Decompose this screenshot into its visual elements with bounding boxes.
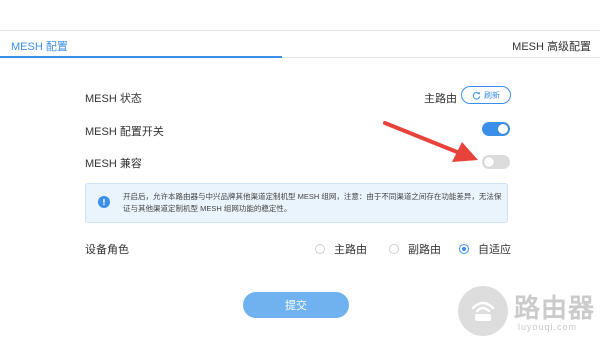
mesh-config-toggle[interactable] <box>482 122 510 136</box>
toggle-knob <box>498 124 508 134</box>
info-notice: ! 开启后，允许本路由器与中兴品牌其他渠道定制机型 MESH 组网，注意：由于不… <box>85 183 508 223</box>
tab-bar: MESH 配置 MESH 高级配置 <box>0 31 600 59</box>
info-notice-text: 开启后，允许本路由器与中兴品牌其他渠道定制机型 MESH 组网，注意：由于不同渠… <box>123 192 502 213</box>
router-logo-icon <box>458 286 508 336</box>
role-option-label: 副路由 <box>408 244 441 256</box>
mesh-status-value: 主路由 <box>424 93 457 105</box>
submit-button[interactable]: 提交 <box>243 292 349 318</box>
tab-mesh-advanced-config[interactable]: MESH 高级配置 <box>512 38 591 54</box>
watermark-url: luyouqi.com <box>518 322 578 332</box>
radio-circle-selected <box>459 244 469 254</box>
role-option-label: 主路由 <box>334 244 367 256</box>
radio-circle <box>389 244 399 254</box>
role-option-adaptive[interactable]: 自适应 <box>459 241 511 257</box>
site-watermark: 路由器 luyouqi.com <box>458 284 600 340</box>
device-role-label: 设备角色 <box>85 244 129 256</box>
refresh-button-label: 刷新 <box>484 90 500 100</box>
tab-divider <box>282 57 600 58</box>
role-option-label: 自适应 <box>478 244 511 256</box>
role-option-sub-router[interactable]: 副路由 <box>389 241 441 257</box>
mesh-config-switch-label: MESH 配置开关 <box>85 126 164 138</box>
mesh-status-label: MESH 状态 <box>85 93 142 105</box>
mesh-compat-toggle[interactable] <box>482 155 510 169</box>
watermark-title: 路由器 <box>514 293 596 323</box>
refresh-icon <box>472 91 481 100</box>
info-icon: ! <box>98 196 110 208</box>
refresh-button[interactable]: 刷新 <box>461 86 511 104</box>
mesh-compat-label: MESH 兼容 <box>85 158 142 170</box>
toggle-knob <box>484 157 494 167</box>
radio-circle <box>315 244 325 254</box>
active-tab-indicator <box>0 56 282 58</box>
tab-mesh-config[interactable]: MESH 配置 <box>11 38 68 54</box>
role-option-main-router[interactable]: 主路由 <box>315 241 367 257</box>
